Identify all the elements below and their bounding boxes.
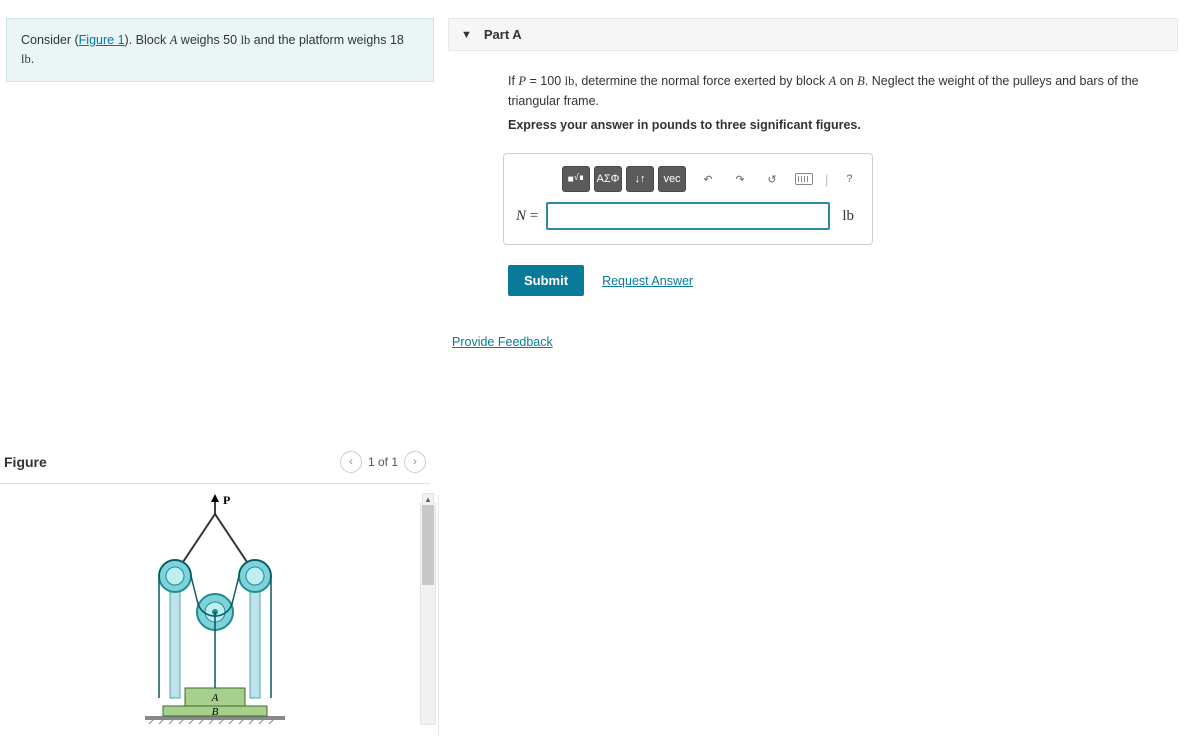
- figure-scrollbar[interactable]: ▲: [420, 503, 436, 725]
- figure-image: B A: [0, 494, 430, 754]
- svg-text:P: P: [223, 494, 230, 507]
- svg-text:A: A: [211, 692, 219, 704]
- undo-button[interactable]: ↶: [694, 166, 722, 192]
- collapse-caret-icon[interactable]: ▼: [461, 29, 472, 41]
- provide-feedback-link[interactable]: Provide Feedback: [452, 335, 553, 349]
- prompt-text: Consider (: [21, 33, 79, 47]
- figure-next-button[interactable]: ›: [404, 451, 426, 473]
- subsup-button[interactable]: ↓↑: [626, 166, 654, 192]
- keyboard-icon: [795, 173, 813, 185]
- help-button[interactable]: ?: [835, 166, 863, 192]
- equation-toolbar: ■√∎ ΑΣΦ ↓↑ vec ↶ ↷ ↺ | ?: [516, 164, 860, 202]
- templates-button[interactable]: ■√∎: [562, 166, 590, 192]
- reset-button[interactable]: ↺: [758, 166, 786, 192]
- figure-prev-button[interactable]: ‹: [340, 451, 362, 473]
- keyboard-button[interactable]: [790, 166, 818, 192]
- figure-pager: 1 of 1: [368, 455, 398, 469]
- answer-widget: ■√∎ ΑΣΦ ↓↑ vec ↶ ↷ ↺ | ? N = lb: [503, 153, 873, 245]
- part-title: Part A: [484, 27, 522, 42]
- part-header[interactable]: ▼ Part A: [448, 18, 1178, 51]
- answer-instruction: Express your answer in pounds to three s…: [508, 115, 1188, 135]
- problem-prompt: Consider (Figure 1). Block A weighs 50 l…: [6, 18, 434, 82]
- greek-button[interactable]: ΑΣΦ: [594, 166, 622, 192]
- figure-link[interactable]: Figure 1: [79, 33, 125, 47]
- svg-text:B: B: [212, 706, 219, 718]
- question-text: If P = 100 lb, determine the normal forc…: [508, 71, 1188, 111]
- request-answer-link[interactable]: Request Answer: [602, 274, 693, 288]
- redo-button[interactable]: ↷: [726, 166, 754, 192]
- scroll-up-icon[interactable]: ▲: [422, 493, 434, 504]
- answer-variable: N =: [516, 208, 538, 225]
- vector-button[interactable]: vec: [658, 166, 686, 192]
- scrollbar-thumb[interactable]: [422, 505, 434, 585]
- answer-input[interactable]: [546, 202, 830, 230]
- column-divider: [438, 495, 439, 735]
- figure-title: Figure: [4, 454, 47, 470]
- answer-unit: lb: [838, 208, 860, 225]
- submit-button[interactable]: Submit: [508, 265, 584, 296]
- toolbar-separator: |: [822, 172, 831, 187]
